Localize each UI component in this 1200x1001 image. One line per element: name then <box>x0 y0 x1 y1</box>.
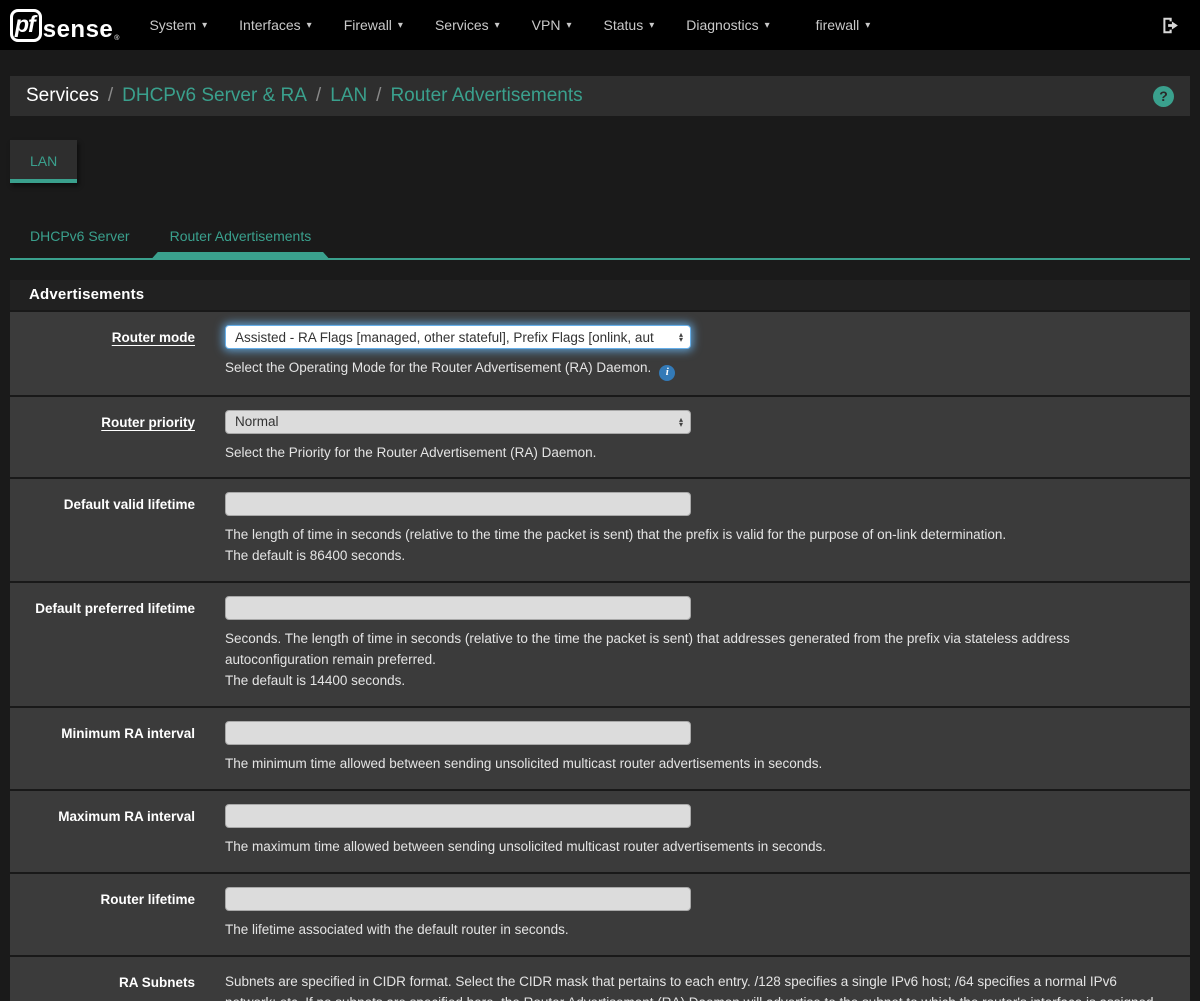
field-label: RA Subnets <box>10 970 195 1001</box>
form-row-ra-subnets: RA Subnets Subnets are specified in CIDR… <box>10 955 1190 1001</box>
help-text: Select the Operating Mode for the Router… <box>225 358 1168 381</box>
default-valid-lifetime-input[interactable] <box>225 492 691 516</box>
form-row-minimum-ra-interval: Minimum RA interval The minimum time all… <box>10 706 1190 789</box>
help-text: Seconds. The length of time in seconds (… <box>225 629 1168 692</box>
tab-dhcpv6-server[interactable]: DHCPv6 Server <box>10 220 150 258</box>
menu-status[interactable]: Status▾ <box>588 2 671 48</box>
breadcrumb-link-dhcpv6[interactable]: DHCPv6 Server & RA <box>122 85 307 107</box>
help-icon[interactable]: ? <box>1153 86 1174 107</box>
chevron-down-icon: ▾ <box>307 20 312 31</box>
pfsense-logo[interactable]: pfsense® <box>10 9 119 42</box>
default-preferred-lifetime-input[interactable] <box>225 596 691 620</box>
breadcrumb-link-lan[interactable]: LAN <box>330 85 367 107</box>
menu-firewall[interactable]: Firewall▾ <box>328 2 419 48</box>
minimum-ra-interval-input[interactable] <box>225 721 691 745</box>
select-spinner-icon: ▴▾ <box>679 417 683 427</box>
advertisements-panel: Advertisements Router mode Assisted - RA… <box>10 280 1190 1001</box>
tab-lan[interactable]: LAN <box>10 140 77 183</box>
menu-services[interactable]: Services▾ <box>419 2 516 48</box>
maximum-ra-interval-input[interactable] <box>225 804 691 828</box>
field-label: Router priority <box>10 410 195 464</box>
help-text: Subnets are specified in CIDR format. Se… <box>225 970 1168 1001</box>
field-label: Maximum RA interval <box>10 804 195 858</box>
menu-system[interactable]: System▾ <box>133 2 223 48</box>
field-label: Router mode <box>10 325 195 381</box>
select-spinner-icon: ▴▾ <box>679 332 683 342</box>
menu-hostname[interactable]: firewall▾ <box>800 2 887 48</box>
breadcrumb-link-ra[interactable]: Router Advertisements <box>390 85 582 107</box>
chevron-down-icon: ▾ <box>398 20 403 31</box>
registered-mark: ® <box>114 35 119 42</box>
logo-text: sense <box>43 18 114 42</box>
menu-interfaces[interactable]: Interfaces▾ <box>223 2 328 48</box>
form-row-router-lifetime: Router lifetime The lifetime associated … <box>10 872 1190 955</box>
tab-router-advertisements[interactable]: Router Advertisements <box>150 220 332 258</box>
chevron-down-icon: ▾ <box>566 20 571 31</box>
help-text: The minimum time allowed between sending… <box>225 754 1168 775</box>
sign-out-icon[interactable] <box>1155 10 1186 41</box>
field-label: Minimum RA interval <box>10 721 195 775</box>
field-label: Default preferred lifetime <box>10 596 195 692</box>
panel-title: Advertisements <box>10 280 1190 310</box>
help-text: The maximum time allowed between sending… <box>225 837 1168 858</box>
help-text: Select the Priority for the Router Adver… <box>225 443 1168 464</box>
form-row-default-preferred-lifetime: Default preferred lifetime Seconds. The … <box>10 581 1190 706</box>
help-text: The length of time in seconds (relative … <box>225 525 1168 567</box>
router-priority-select[interactable]: Normal ▴▾ <box>225 410 691 434</box>
info-icon[interactable]: i <box>659 365 675 381</box>
form-row-default-valid-lifetime: Default valid lifetime The length of tim… <box>10 477 1190 581</box>
menu-diagnostics[interactable]: Diagnostics▾ <box>670 2 785 48</box>
router-mode-select[interactable]: Assisted - RA Flags [managed, other stat… <box>225 325 691 349</box>
chevron-down-icon: ▾ <box>765 20 770 31</box>
chevron-down-icon: ▾ <box>649 20 654 31</box>
router-lifetime-input[interactable] <box>225 887 691 911</box>
chevron-down-icon: ▾ <box>495 20 500 31</box>
breadcrumb-section: Services <box>26 85 99 107</box>
form-row-maximum-ra-interval: Maximum RA interval The maximum time all… <box>10 789 1190 872</box>
chevron-down-icon: ▾ <box>865 20 870 31</box>
interface-tabs: LAN <box>10 140 1190 183</box>
help-text: The lifetime associated with the default… <box>225 920 1168 941</box>
field-label: Default valid lifetime <box>10 492 195 567</box>
menu-vpn[interactable]: VPN▾ <box>516 2 588 48</box>
main-menu: System▾ Interfaces▾ Firewall▾ Services▾ … <box>133 2 886 48</box>
form-row-router-mode: Router mode Assisted - RA Flags [managed… <box>10 310 1190 395</box>
chevron-down-icon: ▾ <box>202 20 207 31</box>
logo-pf-mark: pf <box>10 9 42 42</box>
top-navbar: pfsense® System▾ Interfaces▾ Firewall▾ S… <box>0 0 1200 50</box>
sub-tabs: DHCPv6 Server Router Advertisements <box>10 220 1190 260</box>
form-row-router-priority: Router priority Normal ▴▾ Select the Pri… <box>10 395 1190 478</box>
breadcrumb: Services / DHCPv6 Server & RA / LAN / Ro… <box>10 76 1190 116</box>
field-label: Router lifetime <box>10 887 195 941</box>
